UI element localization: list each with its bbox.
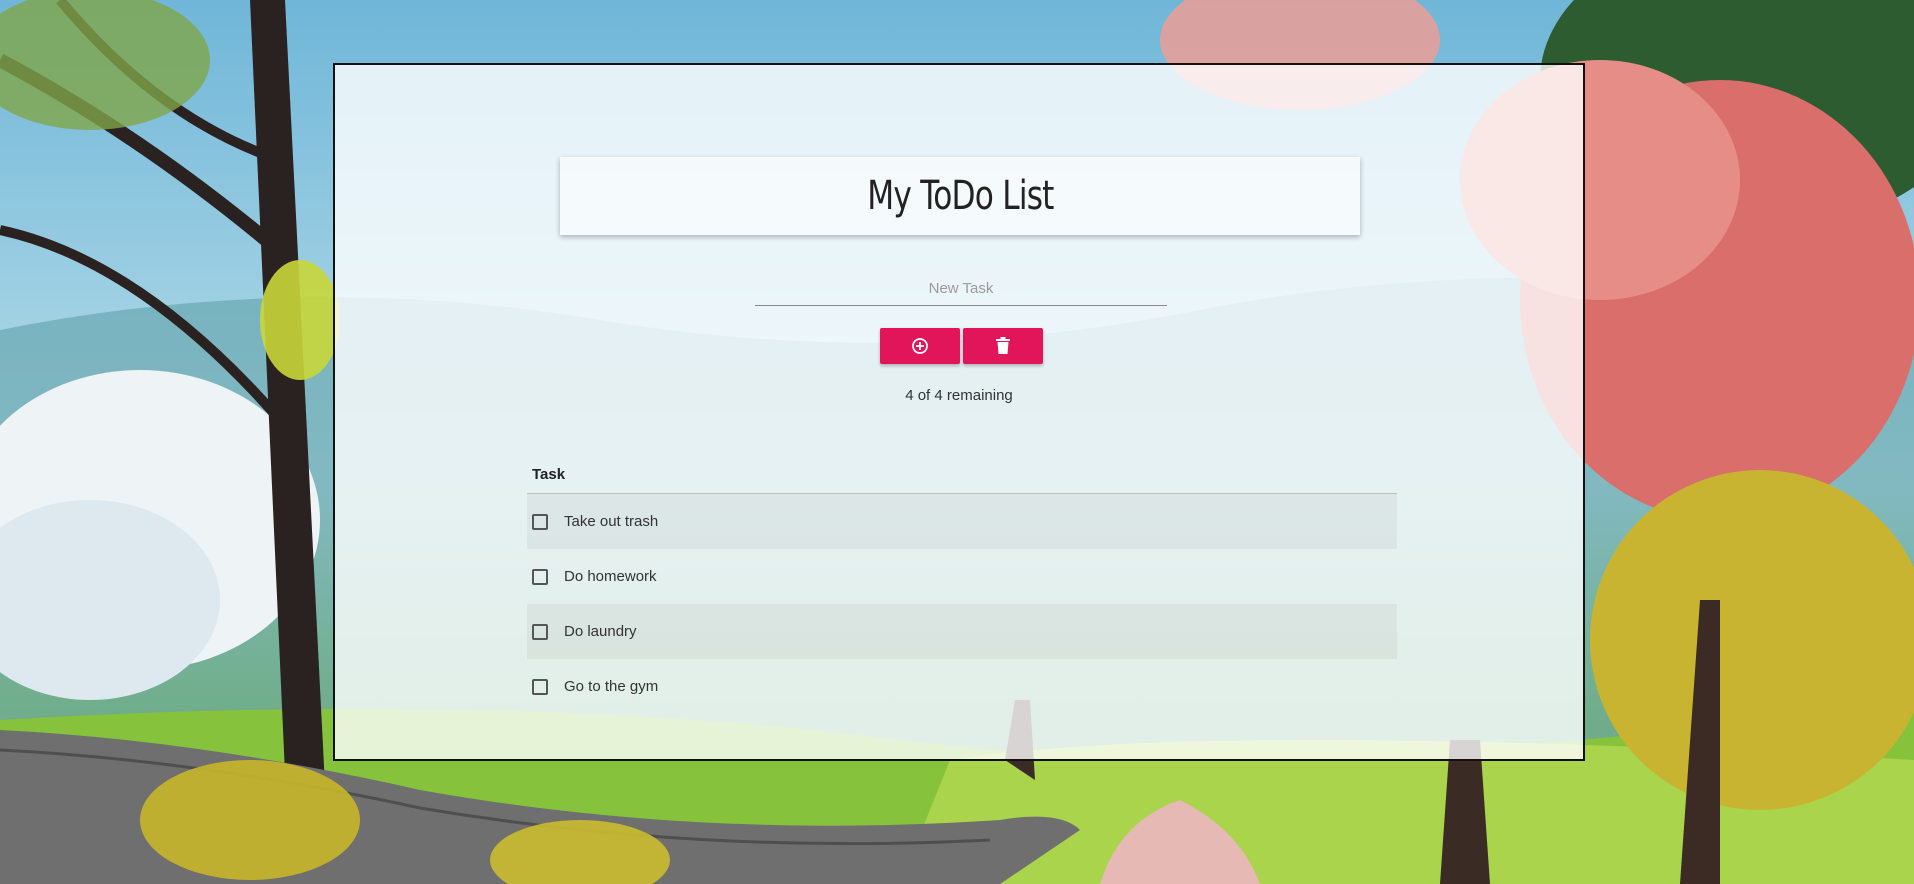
table-row: Take out trash	[527, 494, 1397, 549]
task-checkbox[interactable]	[532, 678, 548, 695]
task-checkbox[interactable]	[532, 623, 548, 640]
task-label: Go to the gym	[564, 678, 659, 695]
remaining-count: 4 of 4 remaining	[905, 387, 1013, 404]
new-task-input[interactable]	[755, 272, 1167, 306]
table-row: Do homework	[527, 549, 1397, 604]
title-card: My ToDo List	[560, 157, 1360, 235]
table-row: Do laundry	[527, 604, 1397, 659]
task-checkbox[interactable]	[532, 513, 548, 530]
task-list: Take out trash Do homework Do laundry Go…	[527, 494, 1397, 714]
delete-completed-button[interactable]	[963, 328, 1043, 364]
task-table: Task Take out trash Do homework Do laund…	[527, 455, 1397, 714]
task-checkbox[interactable]	[532, 568, 548, 585]
todo-panel: My ToDo List 4 of 4 remaining Task Take …	[333, 63, 1585, 761]
trash-icon	[996, 337, 1010, 354]
add-task-button[interactable]	[880, 328, 960, 364]
task-column-header: Task	[527, 455, 1397, 494]
table-row: Go to the gym	[527, 659, 1397, 714]
task-label: Do homework	[564, 568, 657, 585]
task-label: Take out trash	[564, 513, 659, 530]
page-title: My ToDo List	[866, 173, 1054, 219]
task-label: Do laundry	[564, 623, 637, 640]
plus-circle-icon	[912, 338, 928, 354]
